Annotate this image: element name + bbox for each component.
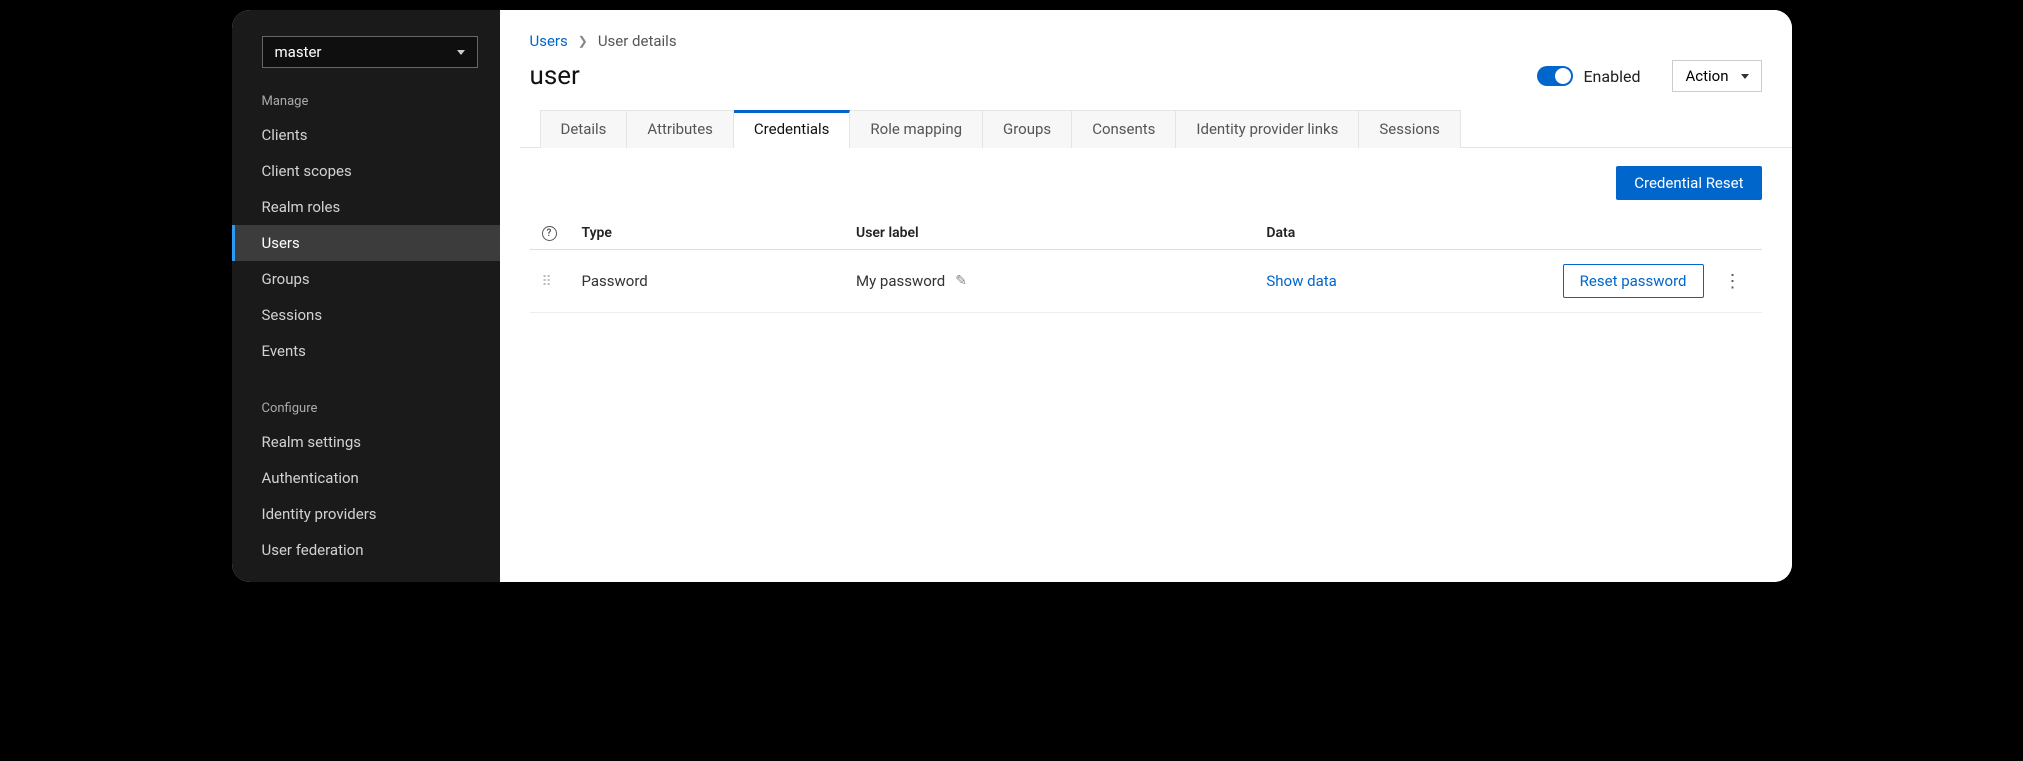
- credentials-toolbar: Credential Reset: [500, 148, 1792, 216]
- chevron-down-icon: [1741, 74, 1749, 79]
- show-data-link[interactable]: Show data: [1266, 272, 1336, 290]
- tab-idp-links[interactable]: Identity provider links: [1176, 110, 1359, 148]
- app-window: master Manage Clients Client scopes Real…: [232, 10, 1792, 582]
- tab-bar: Details Attributes Credentials Role mapp…: [520, 110, 1792, 148]
- sidebar-item-identity-providers[interactable]: Identity providers: [232, 496, 500, 532]
- col-data: Data: [1254, 216, 1541, 250]
- cell-user-label: My password: [856, 272, 945, 290]
- sidebar-item-realm-settings[interactable]: Realm settings: [232, 424, 500, 460]
- tab-consents[interactable]: Consents: [1072, 110, 1176, 148]
- edit-icon[interactable]: ✎: [955, 273, 967, 289]
- tab-attributes[interactable]: Attributes: [627, 110, 734, 148]
- sidebar-item-groups[interactable]: Groups: [232, 261, 500, 297]
- cell-type: Password: [570, 250, 845, 313]
- drag-handle-icon[interactable]: ⠿: [542, 274, 550, 290]
- breadcrumb: Users ❯ User details: [500, 10, 1792, 56]
- reset-password-button[interactable]: Reset password: [1563, 264, 1704, 298]
- tab-role-mapping[interactable]: Role mapping: [850, 110, 983, 148]
- sidebar-item-client-scopes[interactable]: Client scopes: [232, 153, 500, 189]
- credentials-table: ? Type User label Data ⠿ Password My pas…: [530, 216, 1762, 313]
- table-row: ⠿ Password My password ✎ Show data Reset…: [530, 250, 1762, 313]
- enabled-label: Enabled: [1583, 67, 1640, 86]
- realm-selector-value: master: [275, 43, 322, 61]
- breadcrumb-current: User details: [598, 32, 677, 50]
- tab-groups[interactable]: Groups: [983, 110, 1072, 148]
- sidebar-item-events[interactable]: Events: [232, 333, 500, 369]
- realm-selector[interactable]: master: [262, 36, 478, 68]
- chevron-down-icon: [457, 50, 465, 55]
- sidebar-item-user-federation[interactable]: User federation: [232, 532, 500, 568]
- sidebar-item-authentication[interactable]: Authentication: [232, 460, 500, 496]
- credential-reset-button[interactable]: Credential Reset: [1616, 166, 1761, 200]
- page-header: user Enabled Action: [500, 56, 1792, 110]
- sidebar-section-manage: Manage: [232, 82, 500, 117]
- main-content: Users ❯ User details user Enabled Action…: [500, 10, 1792, 582]
- sidebar-section-configure: Configure: [232, 389, 500, 424]
- sidebar-item-users[interactable]: Users: [232, 225, 500, 261]
- tab-sessions[interactable]: Sessions: [1359, 110, 1461, 148]
- sidebar-item-clients[interactable]: Clients: [232, 117, 500, 153]
- sidebar-item-sessions[interactable]: Sessions: [232, 297, 500, 333]
- help-icon[interactable]: ?: [542, 226, 557, 241]
- sidebar-item-realm-roles[interactable]: Realm roles: [232, 189, 500, 225]
- col-user-label: User label: [844, 216, 1254, 250]
- breadcrumb-users-link[interactable]: Users: [530, 32, 568, 50]
- action-label: Action: [1685, 67, 1728, 85]
- kebab-menu-icon[interactable]: ⋮: [1716, 271, 1750, 292]
- col-type: Type: [570, 216, 845, 250]
- tab-credentials[interactable]: Credentials: [734, 110, 850, 148]
- tab-details[interactable]: Details: [540, 110, 628, 148]
- sidebar: master Manage Clients Client scopes Real…: [232, 10, 500, 582]
- page-title: user: [530, 61, 1538, 91]
- action-dropdown[interactable]: Action: [1672, 60, 1761, 92]
- chevron-right-icon: ❯: [578, 34, 588, 48]
- enabled-toggle[interactable]: [1537, 66, 1573, 86]
